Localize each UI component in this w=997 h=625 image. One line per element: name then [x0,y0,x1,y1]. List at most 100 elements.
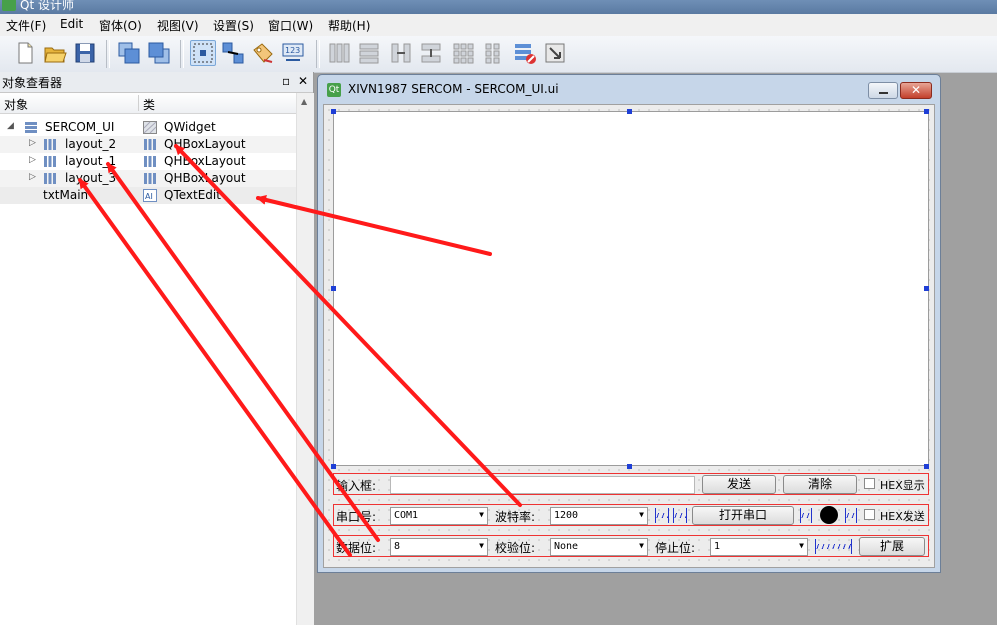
save-icon[interactable] [72,40,98,66]
close-button[interactable]: ✕ [900,82,932,99]
inspector-scrollbar[interactable]: ▲ [296,93,314,625]
selection-handle[interactable] [924,109,929,114]
baud-combobox[interactable]: 1200 ▼ [550,507,648,525]
menu-form[interactable]: 窗体(O) [99,17,142,34]
edit-buddies-icon[interactable] [250,40,276,66]
minimize-button[interactable] [868,82,898,99]
menu-settings[interactable]: 设置(S) [213,17,254,34]
selection-handle[interactable] [627,109,632,114]
edit-widgets-icon[interactable] [190,40,216,66]
parity-combobox[interactable]: None ▼ [550,538,648,556]
hbox-layout-icon [44,156,56,167]
open-folder-icon[interactable] [42,40,68,66]
expand-button[interactable]: 扩展 [859,537,925,556]
stop-bits-value: 1 [714,541,721,552]
horizontal-spacer[interactable] [673,508,687,523]
chevron-down-icon: ▼ [799,541,804,550]
edit-tab-order-icon[interactable]: 123 [280,40,306,66]
float-panel-icon[interactable]: ▫ [282,74,290,88]
menu-edit[interactable]: Edit [60,17,83,31]
collapsed-arrow-icon[interactable]: ▷ [29,138,36,148]
column-class[interactable]: 类 [143,96,155,113]
hex-show-checkbox[interactable] [864,478,875,489]
horizontal-layout-icon[interactable] [326,40,352,66]
vertical-layout-icon[interactable] [356,40,382,66]
selection-handle[interactable] [924,286,929,291]
hbox-class-icon [144,156,156,167]
port-combobox[interactable]: COM1 ▼ [390,507,488,525]
hbox-layout-icon [44,173,56,184]
stop-bits-combobox[interactable]: 1 ▼ [710,538,808,556]
expand-arrow-icon[interactable]: ◢ [7,121,14,131]
bring-to-front-icon[interactable] [146,40,172,66]
horizontal-splitter-icon[interactable] [388,40,414,66]
tree-item-class: QWidget [164,120,216,134]
break-layout-icon[interactable] [512,40,538,66]
input-label: 输入框: [336,479,377,493]
send-to-back-icon[interactable] [116,40,142,66]
chevron-down-icon: ▼ [479,510,484,519]
tree-row-layout-1[interactable]: ▷ layout_1 QHBoxLayout [0,153,296,170]
close-panel-icon[interactable]: ✕ [298,74,308,88]
hex-send-label: HEX发送 [880,510,925,523]
form-layout-icon[interactable] [480,40,506,66]
horizontal-spacer[interactable] [845,508,857,523]
horizontal-spacer[interactable] [800,508,812,523]
chevron-down-icon: ▼ [639,510,644,519]
horizontal-spacer[interactable] [815,539,852,554]
send-button[interactable]: 发送 [702,475,776,494]
adjust-size-icon[interactable] [542,40,568,66]
column-object[interactable]: 对象 [4,96,28,113]
data-bits-combobox[interactable]: 8 ▼ [390,538,488,556]
selection-handle[interactable] [331,109,336,114]
hex-send-checkbox[interactable] [864,509,875,520]
tree-item-name: layout_2 [65,137,117,151]
menu-window[interactable]: 窗口(W) [268,17,313,34]
stop-bits-label: 停止位: [655,541,696,555]
menu-file[interactable]: 文件(F) [6,17,46,34]
collapsed-arrow-icon[interactable]: ▷ [29,172,36,182]
tree-row-txtmain[interactable]: txtMain AI QTextEdit [0,187,296,204]
menu-view[interactable]: 视图(V) [157,17,199,34]
selection-handle[interactable] [627,464,632,469]
vertical-splitter-icon[interactable] [418,40,444,66]
hex-show-label: HEX显示 [880,479,925,492]
clear-button[interactable]: 清除 [783,475,857,494]
textedit-class-icon: AI [143,189,157,202]
edit-signals-icon[interactable] [220,40,246,66]
tree-item-name: txtMain [43,188,89,202]
form-canvas[interactable]: 输入框: 发送 清除 HEX显示 串口号: COM1 ▼ 波特率: 1200 ▼… [323,104,935,568]
chevron-down-icon: ▼ [479,541,484,550]
tree-row-layout-2[interactable]: ▷ layout_2 QHBoxLayout [0,136,296,153]
hbox-class-icon [144,139,156,150]
input-field[interactable] [390,476,695,494]
app-title: Qt 设计师 [20,0,74,12]
selection-handle[interactable] [924,464,929,469]
hbox-class-icon [144,173,156,184]
form-window[interactable]: Qt XIVN1987 SERCOM - SERCOM_UI.ui ✕ 输入框:… [317,74,941,573]
tree-row-sercom-ui[interactable]: ◢ SERCOM_UI QWidget [0,119,296,136]
tree-row-layout-3[interactable]: ▷ layout_3 QHBoxLayout [0,170,296,187]
new-file-icon[interactable] [12,40,38,66]
horizontal-spacer[interactable] [655,508,669,523]
scroll-up-icon[interactable]: ▲ [301,97,307,106]
svg-text:AI: AI [145,192,153,201]
layout-2-row[interactable]: 输入框: 发送 清除 HEX显示 [333,473,929,495]
toolbar: 123 [0,36,997,73]
baud-value: 1200 [554,510,579,521]
object-inspector-header: 对象 类 [0,93,296,114]
selection-handle[interactable] [331,286,336,291]
txtmain-text-edit[interactable] [333,111,929,466]
open-port-button[interactable]: 打开串口 [692,506,794,525]
baud-label: 波特率: [495,510,536,524]
menu-help[interactable]: 帮助(H) [328,17,370,34]
close-icon: ✕ [910,83,922,97]
port-label: 串口号: [336,510,377,524]
selection-handle[interactable] [331,464,336,469]
layout-3-row[interactable]: 数据位: 8 ▼ 校验位: None ▼ 停止位: 1 ▼ 扩展 [333,535,929,557]
tree-item-name: SERCOM_UI [45,120,115,134]
grid-layout-icon[interactable] [450,40,476,66]
layout-1-row[interactable]: 串口号: COM1 ▼ 波特率: 1200 ▼ 打开串口 HEX发送 [333,504,929,526]
collapsed-arrow-icon[interactable]: ▷ [29,155,36,165]
svg-text:123: 123 [285,46,300,55]
